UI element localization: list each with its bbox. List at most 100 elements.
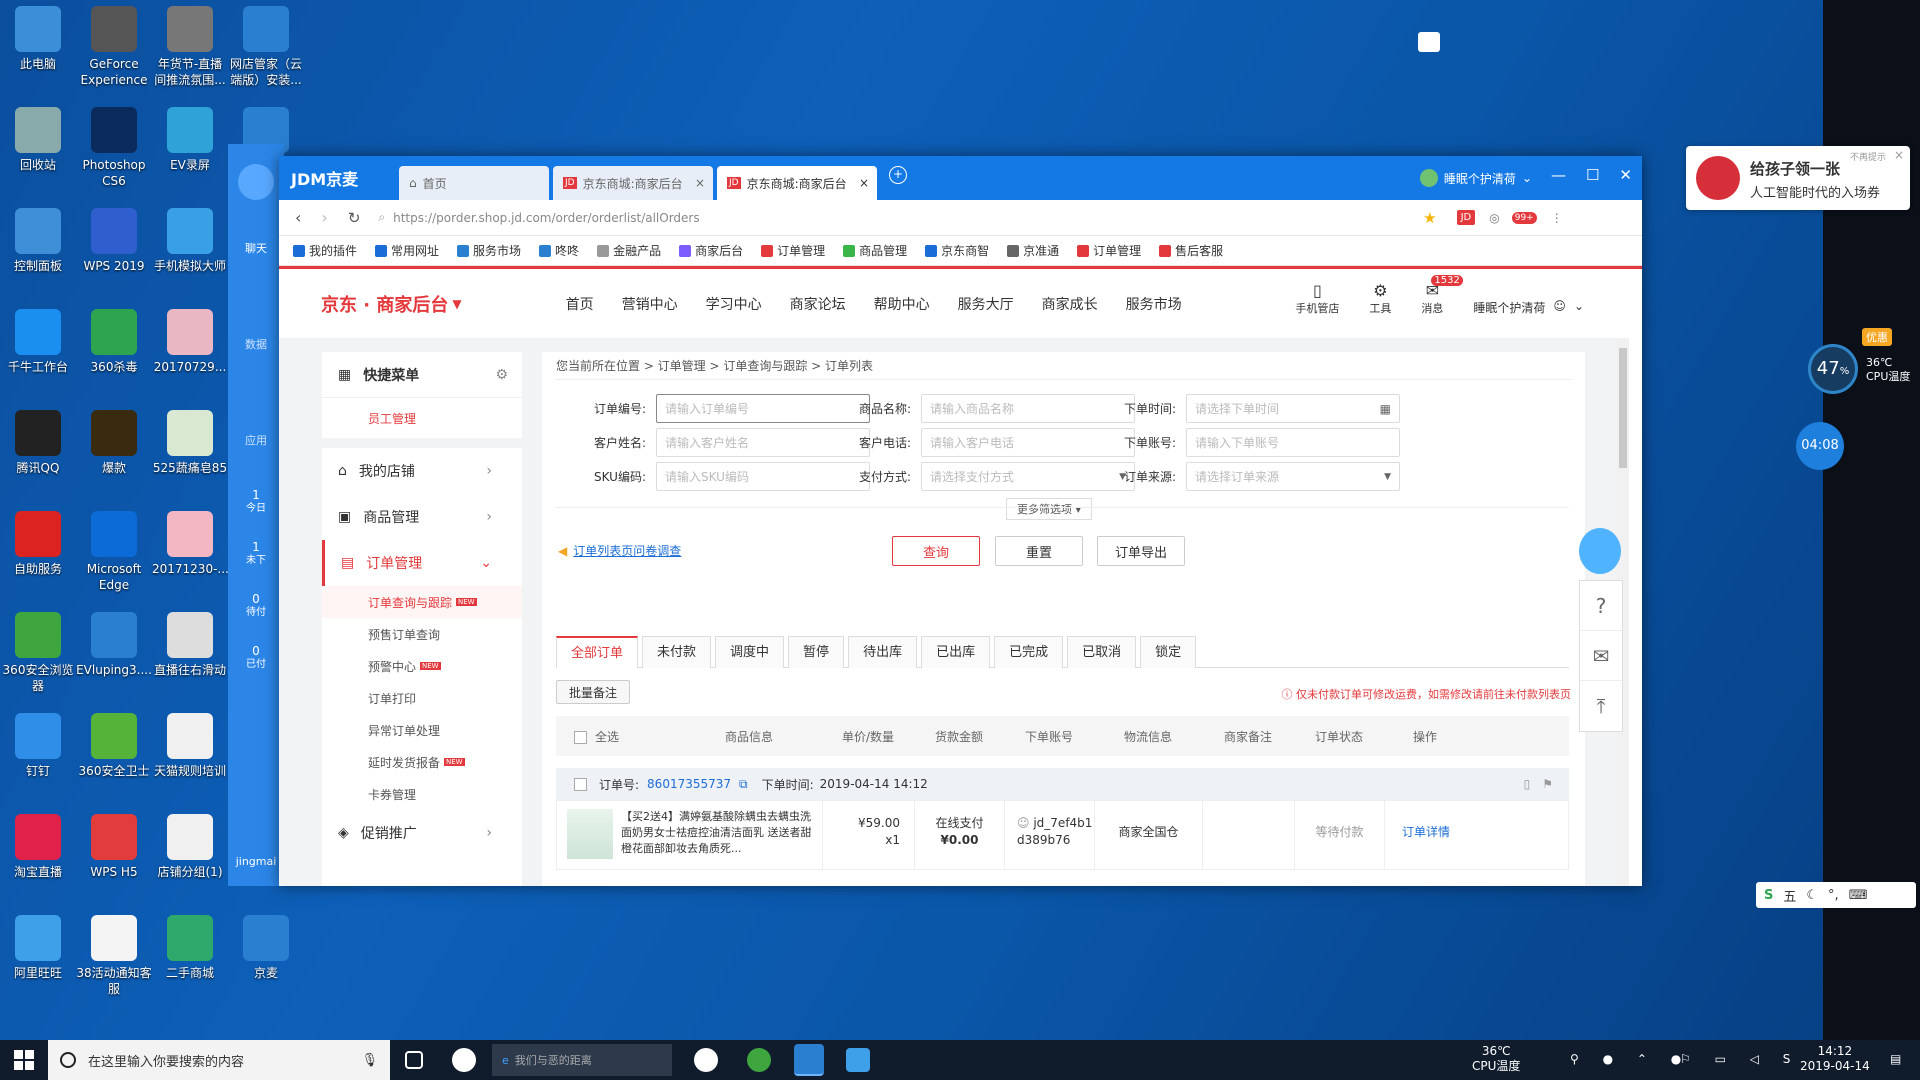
notification-center-icon[interactable]: ▤ xyxy=(1890,1052,1901,1066)
notify-badge[interactable]: 99+ xyxy=(1511,211,1537,224)
nav-item[interactable]: 服务大厅 xyxy=(958,294,1014,314)
desktop-icon[interactable]: 360安全卫士 xyxy=(76,713,152,779)
mic-icon[interactable]: 🎙 xyxy=(361,1053,378,1068)
timer-badge[interactable]: 04:08 xyxy=(1796,422,1844,470)
tab-jd-2[interactable]: JD 京东商城:商家后台 × xyxy=(717,166,877,200)
chat-task-icon[interactable] xyxy=(846,1048,870,1072)
order-tab[interactable]: 已完成 xyxy=(994,636,1064,668)
maximize-icon[interactable]: ☐ xyxy=(1586,166,1599,184)
promo-badge[interactable]: 优惠 xyxy=(1862,328,1892,346)
sidebar-subitem[interactable]: 订单查询与跟踪 NEW xyxy=(322,586,522,618)
caret-down-icon[interactable]: ▼ xyxy=(1384,472,1391,482)
order-tab[interactable]: 未付款 xyxy=(642,636,712,668)
sidebar-item-shop[interactable]: ⌂ 我的店铺 › xyxy=(322,448,522,494)
nav-item[interactable]: 商家成长 xyxy=(1042,294,1098,314)
filter-input[interactable]: 请输入商品名称 xyxy=(921,394,1135,423)
note-icon[interactable]: ▯ xyxy=(1524,777,1531,791)
new-tab-icon[interactable]: + xyxy=(889,166,907,184)
star-icon[interactable]: ★ xyxy=(1423,209,1436,227)
tab-jd-1[interactable]: JD 京东商城:商家后台 × xyxy=(553,166,713,200)
desktop-icon[interactable]: 手机模拟大师 xyxy=(152,208,228,274)
no-remind[interactable]: 不再提示 xyxy=(1850,150,1886,163)
jm-chat[interactable]: 聊天 xyxy=(228,240,284,256)
desktop-icon[interactable]: 阿里旺旺 xyxy=(0,915,76,981)
desktop-icon[interactable]: 淘宝直播 xyxy=(0,814,76,880)
tray-icons[interactable]: ⚐ ▭ ◁ S xyxy=(1680,1052,1800,1066)
bookmark-item[interactable]: 商家后台 xyxy=(679,242,743,259)
url-field[interactable]: https://porder.shop.jd.com/order/orderli… xyxy=(393,211,1423,225)
sidebar-subitem[interactable]: 预售订单查询 xyxy=(322,618,522,650)
bookmark-item[interactable]: 商品管理 xyxy=(843,242,907,259)
order-tab[interactable]: 已出库 xyxy=(921,636,991,668)
sidebar-subitem[interactable]: 延时发货报备 NEW xyxy=(322,746,522,778)
quick-menu[interactable]: ▦ 快捷菜单 ⚙ xyxy=(322,352,522,398)
desktop-icon[interactable]: 20170729... xyxy=(152,309,228,375)
bookmark-item[interactable]: 服务市场 xyxy=(457,242,521,259)
batch-note-button[interactable]: 批量备注 xyxy=(556,680,630,704)
sidebar-item-promo[interactable]: ◈ 促销推广 › xyxy=(322,810,522,856)
task-view-icon[interactable] xyxy=(405,1051,423,1069)
player-icon[interactable] xyxy=(694,1048,718,1072)
back-icon[interactable]: ‹ xyxy=(295,208,301,227)
clock-date[interactable]: 2019-04-14 xyxy=(1800,1059,1870,1074)
desktop-icon[interactable]: 爆款 xyxy=(76,410,152,476)
desktop-icon[interactable]: 直播往右滑动 xyxy=(152,612,228,678)
bookmark-item[interactable]: 订单管理 xyxy=(761,242,825,259)
column-header[interactable]: 全选 xyxy=(556,728,676,745)
browser-task[interactable]: e 我们与恶的距离 xyxy=(492,1044,672,1076)
360-browser-icon[interactable] xyxy=(747,1048,771,1072)
desktop-icon[interactable]: 自助服务 xyxy=(0,511,76,577)
product-thumbnail[interactable] xyxy=(567,809,613,859)
sidebar-subitem[interactable]: 异常订单处理 xyxy=(322,714,522,746)
order-tab[interactable]: 已取消 xyxy=(1067,636,1137,668)
bookmark-item[interactable]: 我的插件 xyxy=(293,242,357,259)
desktop-icon[interactable]: WPS H5 xyxy=(76,814,152,880)
minimize-icon[interactable]: — xyxy=(1551,166,1566,184)
jd-icon[interactable]: JD xyxy=(1456,210,1476,225)
ad-notification[interactable]: 给孩子领一张 人工智能时代的入场券 不再提示 × xyxy=(1686,146,1910,210)
avatar[interactable] xyxy=(1419,169,1438,187)
bookmark-item[interactable]: 订单管理 xyxy=(1077,242,1141,259)
chevron-down-icon[interactable]: ⌄ xyxy=(1522,171,1532,185)
select-all-checkbox[interactable] xyxy=(574,730,587,744)
menu-icon[interactable]: ⋮ xyxy=(1551,211,1563,225)
desktop-icon[interactable]: 网店管家（云端版）安装... xyxy=(228,6,304,88)
close-window-icon[interactable]: ✕ xyxy=(1619,166,1632,184)
tab-home[interactable]: ⌂ 首页 xyxy=(399,166,549,200)
export-button[interactable]: 订单导出 xyxy=(1097,536,1185,566)
desktop-icon[interactable]: 20171230-... xyxy=(152,511,229,577)
bookmark-item[interactable]: 金融产品 xyxy=(597,242,661,259)
taskbar-search[interactable]: 在这里输入你要搜索的内容 🎙 xyxy=(48,1040,390,1080)
reset-button[interactable]: 重置 xyxy=(995,536,1083,566)
calendar-icon[interactable]: ▦ xyxy=(1380,402,1391,416)
copy-icon[interactable]: ⧉ xyxy=(739,777,748,792)
order-tab[interactable]: 锁定 xyxy=(1140,636,1197,668)
settings-icon[interactable]: ⚙ xyxy=(495,367,508,383)
forward-icon[interactable]: › xyxy=(321,208,327,227)
desktop-icon[interactable]: 钉钉 xyxy=(0,713,76,779)
chevron-down-icon[interactable]: ⌄ xyxy=(1574,299,1584,316)
sidebar-subitem[interactable]: 预警中心 NEW xyxy=(322,650,522,682)
desktop-icon[interactable]: Photoshop CS6 xyxy=(76,107,152,189)
caret-down-icon[interactable]: ▼ xyxy=(452,297,461,311)
jm-apps[interactable]: 应用 xyxy=(228,432,284,448)
desktop-icon[interactable]: 360安全浏览器 xyxy=(0,612,76,694)
desktop-icon[interactable]: 年货节-直播间推流氛围... xyxy=(152,6,228,88)
nav-item[interactable]: 服务市场 xyxy=(1126,294,1182,314)
sidebar-item-goods[interactable]: ▣ 商品管理 › xyxy=(322,494,522,540)
back-to-top-icon[interactable]: ⤒ xyxy=(1580,681,1622,731)
bookmark-item[interactable]: 京东商智 xyxy=(925,242,989,259)
user-icon[interactable]: ☺ xyxy=(1553,299,1566,316)
tray-icons[interactable]: ⚲ ● ⌃ ● xyxy=(1570,1052,1691,1066)
order-tab[interactable]: 待出库 xyxy=(848,636,918,668)
desktop-icon[interactable]: 二手商城 xyxy=(152,915,228,981)
filter-input[interactable]: 请选择订单来源 ▼ xyxy=(1186,462,1400,491)
desktop-icon[interactable]: WPS 2019 xyxy=(76,208,152,274)
order-detail-link[interactable]: 订单详情 xyxy=(1385,801,1467,869)
desktop-icon[interactable]: 京麦 xyxy=(228,915,304,981)
close-icon[interactable]: × xyxy=(859,176,869,190)
merchant-note[interactable] xyxy=(1203,801,1295,869)
desktop-icon[interactable]: EV录屏 xyxy=(152,107,228,173)
desktop-icon[interactable]: 天猫规则培训 xyxy=(152,713,228,779)
nav-item[interactable]: 营销中心 xyxy=(622,294,678,314)
